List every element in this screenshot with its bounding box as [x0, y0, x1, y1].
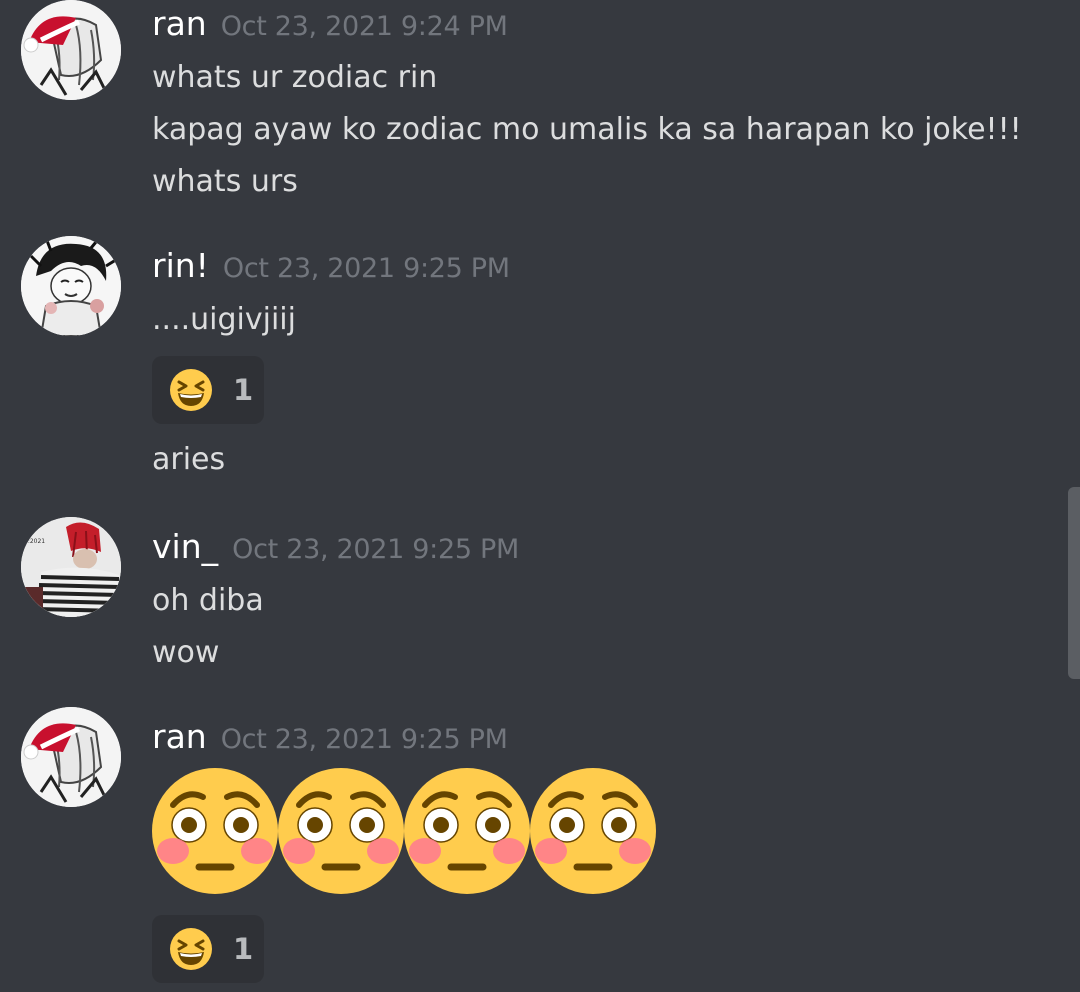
username[interactable]: rin!	[152, 246, 209, 285]
timestamp: Oct 23, 2021 9:25 PM	[220, 724, 508, 755]
avatar-image-rin	[21, 236, 121, 336]
message-text: oh diba	[152, 583, 264, 618]
message-text: ....uigivjiij	[152, 302, 296, 337]
message-header: rin! Oct 23, 2021 9:25 PM	[152, 246, 510, 285]
scrollbar-thumb[interactable]	[1068, 487, 1080, 679]
message-header: ran Oct 23, 2021 9:25 PM	[152, 717, 508, 756]
reaction-count: 1	[233, 373, 254, 407]
laughing-face-icon	[170, 369, 212, 411]
message-header: vin_ Oct 23, 2021 9:25 PM	[152, 527, 519, 566]
avatar-ran[interactable]	[21, 707, 121, 807]
avatar-image-ran	[21, 0, 121, 100]
timestamp: Oct 23, 2021 9:25 PM	[232, 534, 519, 565]
timestamp: Oct 23, 2021 9:24 PM	[220, 11, 508, 42]
flushed-face-icon	[404, 768, 530, 894]
flushed-face-icon	[278, 768, 404, 894]
reaction-count: 1	[233, 932, 254, 966]
avatar-ran[interactable]	[21, 0, 121, 100]
timestamp: Oct 23, 2021 9:25 PM	[222, 253, 510, 284]
message-text: wow	[152, 635, 220, 670]
flushed-face-icon	[152, 768, 278, 894]
reaction-laughing[interactable]: 1	[152, 356, 264, 424]
flushed-face-icon	[530, 768, 656, 894]
svg-text:1:2021: 1:2021	[24, 538, 45, 545]
chat-message-list[interactable]: ran Oct 23, 2021 9:24 PM whats ur zodiac …	[0, 0, 1080, 992]
laughing-face-icon	[170, 928, 212, 970]
message-text: aries	[152, 442, 226, 477]
avatar-rin[interactable]	[21, 236, 121, 336]
avatar-image-vin: 1:2021	[21, 517, 121, 617]
message-text: kapag ayaw ko zodiac mo umalis ka sa har…	[152, 112, 1022, 147]
avatar-vin[interactable]: 1:2021	[21, 517, 121, 617]
username[interactable]: ran	[152, 4, 207, 43]
message-header: ran Oct 23, 2021 9:24 PM	[152, 4, 508, 43]
username[interactable]: vin_	[152, 527, 218, 566]
avatar-image-ran	[21, 707, 121, 807]
message-text: whats urs	[152, 164, 298, 199]
message-text: whats ur zodiac rin	[152, 60, 438, 95]
reaction-laughing[interactable]: 1	[152, 915, 264, 983]
username[interactable]: ran	[152, 717, 207, 756]
